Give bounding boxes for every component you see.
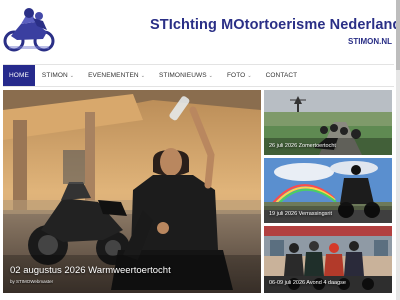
nav-item-label: STIMONIEUWS [158,72,207,79]
nav-item-stimon[interactable]: STIMON ⌄ [35,65,81,86]
side-post-title[interactable]: 26 juli 2026 Zomertoertocht [269,143,336,149]
page-scrollbar[interactable] [396,0,400,300]
nav-item-evenementen[interactable]: EVENEMENTEN ⌄ [81,65,152,86]
site-header: STIchting MOtortoerisme Nederland STIMON… [0,0,400,62]
nav-item-foto[interactable]: FOTO ⌄ [220,65,259,86]
side-post-title[interactable]: 19 juli 2026 Verrassingsrit [269,211,332,217]
nav-item-label: HOME [9,72,29,79]
side-post-card[interactable]: 06-09 juli 2026 Avond 4 daagse [264,226,392,293]
nav-item-label: EVENEMENTEN [88,72,139,79]
chevron-down-icon: ⌄ [247,72,252,79]
chevron-down-icon: ⌄ [69,72,75,79]
nav-item-stimonieuws[interactable]: STIMONIEUWS ⌄ [152,65,220,86]
site-title[interactable]: STIchting MOtortoerisme Nederland [150,17,400,33]
side-post-card[interactable]: 26 juli 2026 Zomertoertocht [264,90,392,155]
side-post-card[interactable]: 19 juli 2026 Verrassingsrit [264,158,392,223]
nav-item-label: CONTACT [265,72,298,79]
featured-post-author[interactable]: by STIMOWebmaster [10,279,53,284]
motorcycle-logo-icon[interactable] [3,6,55,54]
chevron-down-icon: ⌄ [140,72,145,79]
featured-post[interactable]: 02 augustus 2026 Warmweertoertocht by ST… [3,90,261,293]
site-subtitle: STIMON.NL [348,37,392,46]
featured-post-title[interactable]: 02 augustus 2026 Warmweertoertocht [10,265,171,276]
nav-item-contact[interactable]: CONTACT [259,65,305,86]
scrollbar-thumb[interactable] [396,0,400,70]
featured-post-image [3,90,261,293]
side-post-title[interactable]: 06-09 juli 2026 Avond 4 daagse [269,280,346,286]
nav-item-home[interactable]: HOME [3,65,35,86]
nav-item-label: STIMON [41,72,68,79]
chevron-down-icon: ⌄ [208,72,213,79]
nav-item-label: FOTO [226,72,246,79]
main-nav: HOME STIMON ⌄ EVENEMENTEN ⌄ STIMONIEUWS ⌄ F… [3,64,394,87]
